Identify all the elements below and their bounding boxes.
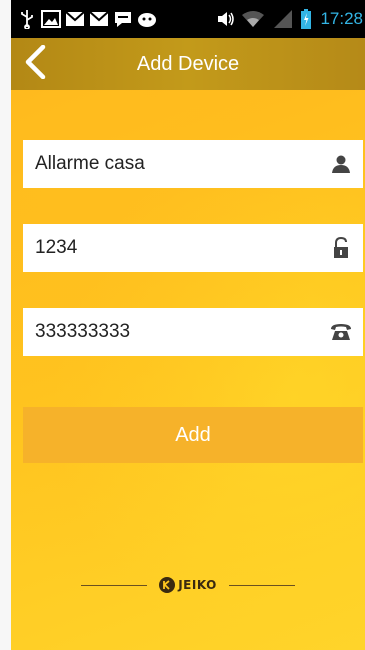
jeiko-logo: JEIKO (159, 577, 217, 593)
android-icon (137, 9, 157, 29)
status-time: 17:28 (320, 9, 363, 28)
chevron-left-icon (23, 44, 47, 84)
brand-footer: JEIKO (11, 570, 365, 600)
device-name-field[interactable] (23, 140, 363, 188)
password-input[interactable] (35, 224, 329, 272)
person-icon (329, 152, 353, 176)
add-button[interactable]: Add (23, 407, 363, 463)
volume-icon (216, 9, 236, 29)
password-field[interactable] (23, 224, 363, 272)
jeiko-logo-text: JEIKO (178, 578, 217, 592)
phone-icon (329, 320, 353, 344)
image-icon (41, 9, 61, 29)
divider-line (81, 584, 148, 586)
device-name-input[interactable] (35, 140, 329, 188)
chat-icon (113, 9, 133, 29)
mail-icon (65, 9, 85, 29)
form-area: Add JEIKO (11, 90, 365, 650)
usb-icon (17, 9, 37, 29)
phone-field[interactable] (23, 308, 363, 356)
jeiko-logo-icon (159, 577, 176, 593)
lock-icon (329, 236, 353, 260)
mail-icon (89, 9, 109, 29)
status-bar-right: 17:28 (216, 0, 363, 38)
divider-line (228, 584, 295, 586)
wifi-icon (240, 9, 266, 29)
status-bar: 17:28 (11, 0, 365, 38)
battery-icon (300, 9, 312, 29)
page-title: Add Device (136, 52, 240, 75)
back-button[interactable] (15, 44, 55, 84)
title-bar: Add Device (11, 38, 365, 90)
signal-icon (270, 9, 296, 29)
phone-input[interactable] (35, 308, 329, 356)
app-screen: 17:28 Add Device Allarme casa 1234 33333… (11, 0, 365, 650)
